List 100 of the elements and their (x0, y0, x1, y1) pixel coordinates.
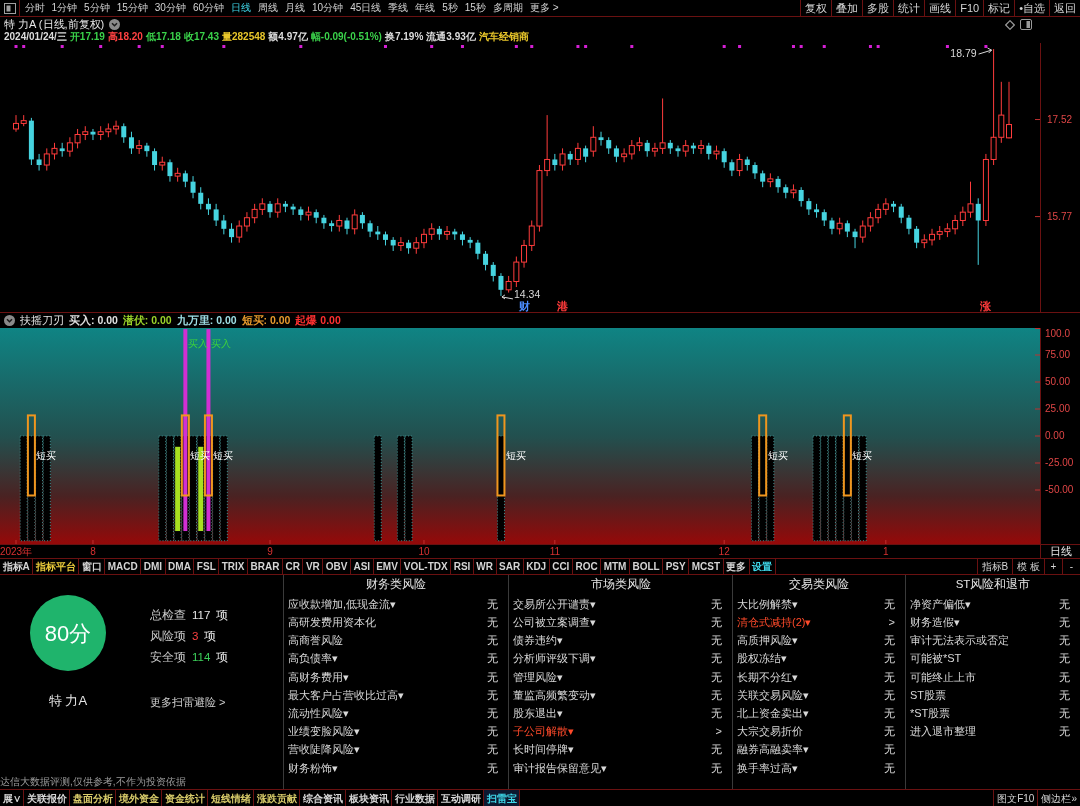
period-tab[interactable]: 日线 (227, 0, 255, 16)
quote-field: 额4.97亿 (268, 30, 308, 43)
risk-result: 无 (884, 651, 895, 667)
risk-item[interactable]: 长时间停牌▾ (513, 741, 574, 758)
toolbar-button[interactable]: F10 (955, 0, 984, 16)
risk-result: 无 (487, 760, 498, 776)
period-tab[interactable]: 15秒 (461, 0, 490, 16)
toolbar-button[interactable]: 画线 (924, 0, 956, 16)
period-tab[interactable]: 5分钟 (80, 0, 114, 16)
quote-field: 高18.20 (107, 30, 143, 43)
risk-item[interactable]: 高财务费用▾ (288, 668, 349, 686)
risk-result: 无 (711, 615, 722, 631)
risk-item[interactable]: 董监高频繁变动▾ (513, 686, 596, 704)
toolbar-button[interactable]: 标记 (983, 0, 1015, 16)
risk-item[interactable]: 流动性风险▾ (288, 704, 349, 722)
risk-item[interactable]: 业绩变脸风险▾ (288, 723, 360, 740)
candlestick (321, 214, 327, 230)
risk-item[interactable]: 高质押风险▾ (737, 632, 798, 649)
period-tab[interactable]: 周线 (254, 0, 282, 16)
risk-item[interactable]: 清仓式减持(2)▾ (737, 614, 812, 631)
period-tab[interactable]: 多周期 (489, 0, 527, 16)
risk-item[interactable]: 股东退出▾ (513, 704, 563, 722)
period-tab[interactable]: 分时 (21, 0, 48, 16)
risk-item[interactable]: 营收陡降风险▾ (288, 741, 360, 758)
collapse-icon[interactable] (4, 315, 15, 326)
risk-item[interactable]: 大宗交易折价 (737, 723, 803, 740)
risk-item[interactable]: 关联交易风险▾ (737, 686, 809, 704)
dropdown-icon[interactable] (109, 19, 121, 30)
risk-item[interactable]: 长期不分红▾ (737, 668, 798, 686)
toolbar-button[interactable]: 多股 (862, 0, 894, 16)
layout-toggle-icon[interactable] (3, 2, 16, 14)
period-tab[interactable]: 10分钟 (308, 0, 347, 16)
risk-result: 无 (1059, 669, 1070, 685)
period-tab[interactable]: 60分钟 (189, 0, 228, 16)
period-tab[interactable]: 45日线 (346, 0, 385, 16)
period-tab[interactable]: 季线 (384, 0, 412, 16)
risk-item[interactable]: 净资产偏低▾ (910, 595, 971, 613)
quote-field: 汽车经销商 (478, 30, 529, 43)
risk-item[interactable]: 审计无法表示或否定 (910, 632, 1009, 649)
period-tab[interactable]: 15分钟 (113, 0, 152, 16)
bottom-tab[interactable]: 境外资金 (116, 790, 162, 806)
bottom-tab[interactable]: 扫雷宝 (484, 790, 520, 806)
bottom-tab[interactable]: 涨跌贡献 (254, 790, 300, 806)
risk-item[interactable]: 最大客户占营收比过高▾ (288, 686, 404, 704)
toolbar-button[interactable]: •自选 (1014, 0, 1049, 16)
risk-item[interactable]: 高商誉风险 (288, 632, 343, 649)
period-tab[interactable]: 月线 (281, 0, 309, 16)
bottom-tab[interactable]: 关联报价 (24, 790, 70, 806)
risk-item[interactable]: 高研发费用资本化 (288, 614, 376, 631)
risk-item[interactable]: ST股票 (910, 686, 947, 704)
risk-item[interactable]: 北上资金卖出▾ (737, 704, 809, 722)
risk-item[interactable]: 高负债率▾ (288, 650, 338, 667)
risk-item[interactable]: *ST股票 (910, 704, 951, 722)
risk-item[interactable]: 财务粉饰▾ (288, 759, 338, 777)
toolbar-button[interactable]: 返回 (1049, 0, 1080, 16)
bottom-tab[interactable]: 综合资讯 (300, 790, 346, 806)
risk-item[interactable]: 财务造假▾ (910, 614, 960, 631)
risk-item[interactable]: 分析师评级下调▾ (513, 650, 596, 667)
event-tag[interactable]: 港 (557, 300, 569, 312)
bottom-tab[interactable]: 展∨ (0, 790, 24, 806)
risk-item[interactable]: 审计报告保留意见▾ (513, 759, 607, 777)
bottom-tab[interactable]: 盘面分析 (70, 790, 116, 806)
risk-result: 无 (711, 596, 722, 612)
risk-item[interactable]: 进入退市整理 (910, 723, 976, 740)
risk-item[interactable]: 融券高融卖率▾ (737, 741, 809, 758)
risk-item[interactable]: 交易所公开谴责▾ (513, 595, 596, 613)
stat-count: 3 (192, 628, 199, 644)
period-tab[interactable]: 更多 > (526, 0, 563, 16)
toolbar-button[interactable]: 统计 (893, 0, 925, 16)
signal-label: 买入 (211, 338, 232, 350)
panel-toggle-icon[interactable] (1020, 19, 1032, 30)
more-scan-link[interactable]: 更多扫雷避险 > (150, 694, 229, 711)
toolbar-button[interactable]: 叠加 (831, 0, 863, 16)
risk-item[interactable]: 公司被立案调查▾ (513, 614, 596, 631)
risk-item[interactable]: 换手率过高▾ (737, 759, 798, 777)
bottom-tab[interactable]: 行业数据 (392, 790, 438, 806)
risk-item[interactable]: 应收款增加,低现金流▾ (288, 595, 397, 613)
toolbar-button[interactable]: 复权 (800, 0, 832, 16)
period-tab[interactable]: 5秒 (438, 0, 462, 16)
bottom-tab[interactable]: 短线情绪 (208, 790, 254, 806)
date-label: 12 (718, 545, 730, 558)
risk-item[interactable]: 管理风险▾ (513, 668, 563, 686)
side-button[interactable]: 侧边栏» (1037, 790, 1080, 806)
axis-label: 25.00 (1045, 403, 1071, 415)
bottom-tab[interactable]: 板块资讯 (346, 790, 392, 806)
risk-item[interactable]: 可能被*ST (910, 650, 962, 667)
period-tab[interactable]: 30分钟 (151, 0, 190, 16)
risk-item[interactable]: 大比例解禁▾ (737, 595, 798, 613)
event-tag[interactable]: 财 (518, 300, 530, 312)
risk-item[interactable]: 债券违约▾ (513, 632, 563, 649)
bottom-tab[interactable]: 资金统计 (162, 790, 208, 806)
side-button[interactable]: 图文F10 (993, 790, 1038, 806)
period-tab[interactable]: 年线 (411, 0, 439, 16)
diamond-icon[interactable] (1005, 19, 1015, 30)
period-tab[interactable]: 1分钟 (48, 0, 81, 16)
risk-item[interactable]: 股权冻结▾ (737, 650, 787, 667)
risk-item[interactable]: 可能终止上市 (910, 668, 976, 686)
candlestick (190, 175, 196, 199)
risk-item[interactable]: 子公司解散▾ (513, 723, 574, 740)
event-tag[interactable]: 涨 (980, 300, 992, 312)
